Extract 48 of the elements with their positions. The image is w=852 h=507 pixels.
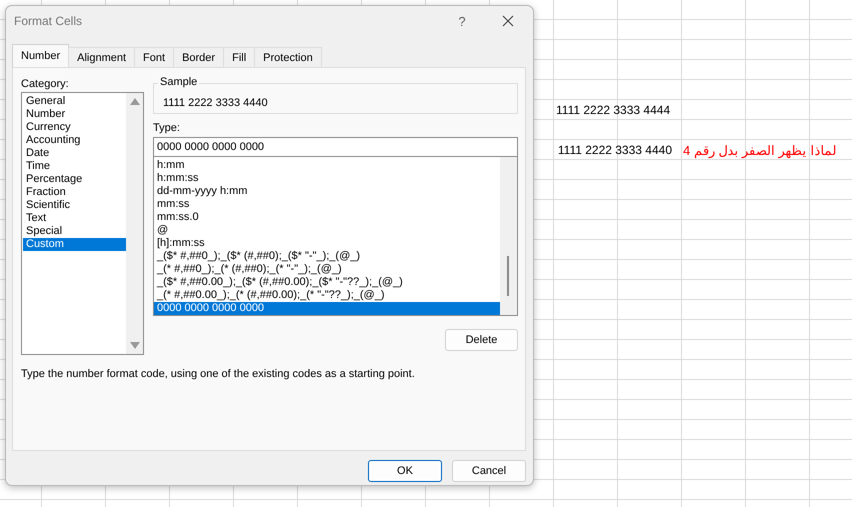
category-item[interactable]: Special bbox=[23, 225, 126, 238]
cell-text: 1111 2222 3333 4444 bbox=[555, 103, 672, 117]
category-item[interactable]: General bbox=[23, 95, 126, 108]
delete-button[interactable]: Delete bbox=[445, 329, 518, 351]
sample-value: 1111 2222 3333 4440 bbox=[163, 96, 268, 108]
format-item[interactable]: [h]:mm:ss bbox=[154, 237, 500, 250]
type-field[interactable]: 0000 0000 0000 0000 bbox=[153, 137, 518, 157]
format-item[interactable]: h:mm bbox=[154, 159, 500, 172]
category-item[interactable]: Text bbox=[23, 212, 126, 225]
scroll-down-icon[interactable] bbox=[130, 342, 140, 349]
category-item[interactable]: Time bbox=[23, 160, 126, 173]
description-text: Type the number format code, using one of the existing codes as a starting point. bbox=[21, 368, 416, 380]
format-item[interactable]: mm:ss bbox=[154, 198, 500, 211]
category-label: Category: bbox=[21, 77, 70, 91]
category-item[interactable]: Fraction bbox=[23, 186, 126, 199]
window-title: Format Cells bbox=[14, 14, 84, 28]
close-icon bbox=[502, 15, 514, 27]
format-item[interactable]: _($* #,##0_);_($* (#,##0);_($* "-"_);_(@_) bbox=[154, 250, 500, 263]
cell-text: 1111 2222 3333 4440 bbox=[558, 143, 673, 157]
type-label: Type: bbox=[153, 121, 181, 135]
tab[interactable]: Number bbox=[12, 44, 70, 67]
format-item[interactable]: h:mm:ss bbox=[154, 172, 500, 185]
sample-label: Sample bbox=[158, 76, 200, 88]
format-item[interactable]: _(* #,##0_);_(* (#,##0);_(* "-"_);_(@_) bbox=[154, 263, 500, 276]
cell-text: لماذا يظهر الصفر بدل رقم 4 bbox=[682, 142, 836, 158]
tab[interactable]: Alignment bbox=[68, 47, 136, 67]
cancel-button[interactable]: Cancel bbox=[452, 460, 526, 482]
category-item[interactable]: Currency bbox=[23, 121, 126, 134]
scroll-up-icon[interactable] bbox=[130, 98, 140, 105]
scrollbar[interactable] bbox=[126, 93, 143, 354]
category-item[interactable]: Scientific bbox=[23, 199, 126, 212]
format-item[interactable]: @ bbox=[154, 224, 500, 237]
tab[interactable]: Protection bbox=[254, 47, 322, 67]
format-item[interactable]: _($* #,##0.00_);_($* (#,##0.00);_($* "-"??_);_(@_) bbox=[154, 276, 500, 289]
category-list[interactable]: General Number Currency Accounting Date Time Percentage Fraction Scientific Text Special Custom bbox=[21, 92, 144, 355]
category-item[interactable]: Percentage bbox=[23, 173, 126, 186]
category-item[interactable]: Custom bbox=[23, 238, 126, 251]
scrollbar-thumb[interactable] bbox=[507, 256, 509, 296]
help-button[interactable]: ? bbox=[439, 7, 485, 35]
ok-button[interactable]: OK bbox=[368, 460, 442, 482]
category-item[interactable]: Accounting bbox=[23, 134, 126, 147]
category-item[interactable]: Number bbox=[23, 108, 126, 121]
format-item[interactable]: dd-mm-yyyy h:mm bbox=[154, 185, 500, 198]
category-item[interactable]: Date bbox=[23, 147, 126, 160]
format-list[interactable] bbox=[153, 157, 518, 316]
format-item[interactable]: _(* #,##0.00_);_(* (#,##0.00);_(* "-"??_);_(@_) bbox=[154, 289, 500, 302]
format-item[interactable]: mm:ss.0 bbox=[154, 211, 500, 224]
format-item[interactable]: 0000 0000 0000 0000 bbox=[154, 302, 500, 315]
